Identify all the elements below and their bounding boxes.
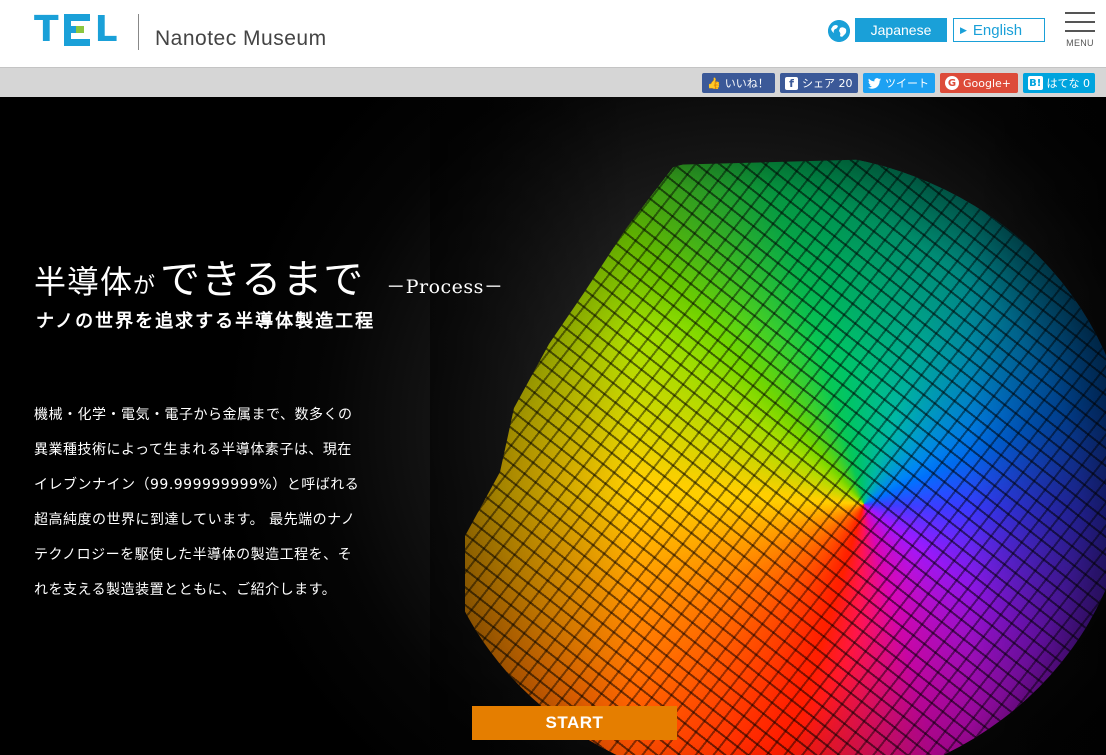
title-process-tag: －Process－ (386, 276, 504, 298)
hatena-label: はてな 0 (1046, 77, 1091, 90)
facebook-share-label: シェア 20 (802, 77, 853, 90)
logo-e-mark (63, 14, 92, 46)
google-g-icon: G (945, 76, 959, 90)
hatena-b-icon: B! (1028, 76, 1043, 90)
triangle-right-icon: ▶ (960, 24, 967, 35)
description-line: イレブンナイン（99.999999999%）と呼ばれる (34, 477, 360, 493)
header-divider (138, 14, 139, 50)
hero-section: 半導体 が できるまで －Process－ ナノの世界を追求する半導体製造工程 … (0, 97, 1106, 755)
lang-japanese-button[interactable]: Japanese (855, 18, 947, 42)
page-subtitle: ナノの世界を追求する半導体製造工程 (36, 311, 376, 332)
page-title: 半導体 が できるまで －Process－ (34, 247, 503, 305)
hero-description: 機械・化学・電気・電子から金属まで、数多くの 異業種技術によって生まれる半導体素… (34, 398, 404, 608)
thumbs-up-icon: 👍 (707, 76, 721, 90)
description-line: 異業種技術によって生まれる半導体素子は、現在 (34, 442, 352, 458)
title-part-1: 半導体 (34, 263, 134, 301)
tweet-label: ツイート (885, 77, 929, 90)
hatena-bookmark-button[interactable]: B! はてな 0 (1023, 73, 1095, 93)
share-bar: 👍 いいね！ f シェア 20 ツイート G Google+ B! はてな 0 (0, 67, 1106, 97)
facebook-icon: f (785, 76, 798, 90)
facebook-share-button[interactable]: f シェア 20 (780, 73, 858, 93)
tel-logo[interactable]: T L (34, 12, 120, 48)
silicon-wafer-image (430, 152, 1106, 755)
start-button[interactable]: START (472, 706, 677, 740)
twitter-tweet-button[interactable]: ツイート (863, 73, 935, 93)
like-label: いいね！ (724, 77, 769, 90)
description-line: テクノロジーを駆使した半導体の製造工程を、そ (34, 547, 353, 563)
hamburger-line (1065, 21, 1095, 23)
site-header: T L Nanotec Museum Japanese ▶ English ME… (0, 0, 1106, 67)
description-line: 超高純度の世界に到達しています。 最先端のナノ (34, 512, 356, 528)
site-name[interactable]: Nanotec Museum (155, 27, 327, 51)
google-plus-label: Google+ (963, 76, 1012, 90)
twitter-bird-icon (868, 77, 881, 89)
menu-button[interactable]: MENU (1063, 10, 1097, 50)
facebook-like-button[interactable]: 👍 いいね！ (702, 73, 775, 93)
title-part-3: できるまで (160, 257, 365, 303)
lang-english-button[interactable]: ▶ English (953, 18, 1045, 42)
lang-english-label: English (972, 21, 1023, 39)
menu-label: MENU (1066, 38, 1094, 48)
google-plus-button[interactable]: G Google+ (940, 73, 1018, 93)
description-line: れを支える製造装置とともに、ご紹介します。 (34, 582, 337, 598)
hamburger-line (1065, 30, 1095, 32)
title-part-2: が (133, 274, 157, 299)
hamburger-icon (1065, 12, 1095, 14)
globe-icon (828, 20, 850, 42)
description-line: 機械・化学・電気・電子から金属まで、数多くの (34, 407, 353, 423)
